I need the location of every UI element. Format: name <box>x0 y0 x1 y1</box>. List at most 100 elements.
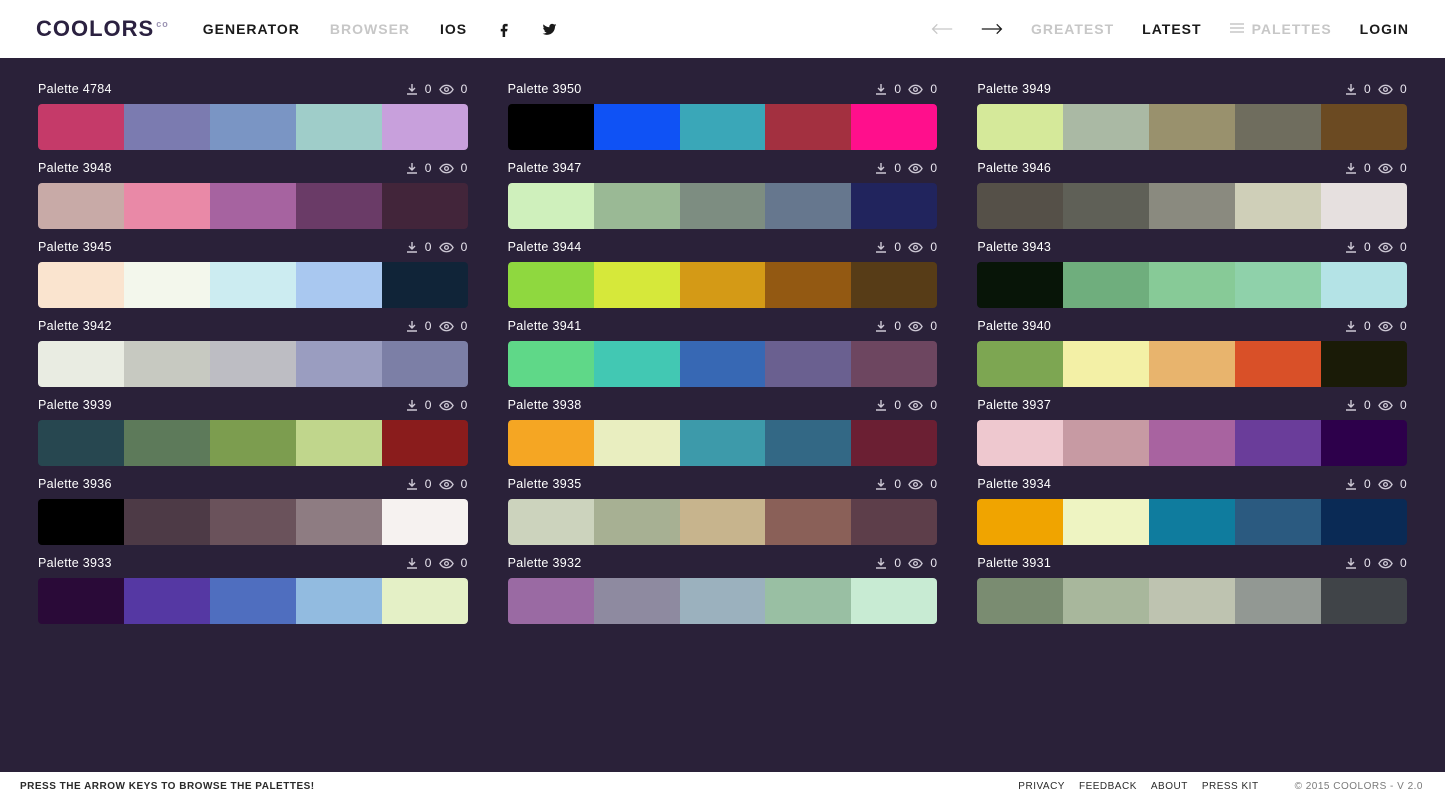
prev-arrow-icon[interactable] <box>931 22 953 36</box>
download-icon[interactable] <box>1345 399 1357 411</box>
color-swatch[interactable] <box>977 499 1063 545</box>
color-swatch[interactable] <box>1321 341 1407 387</box>
color-swatch[interactable] <box>296 341 382 387</box>
color-swatch[interactable] <box>1321 262 1407 308</box>
palette-card[interactable]: Palette 394500 <box>38 240 468 308</box>
color-swatch[interactable] <box>382 420 468 466</box>
palette-swatches[interactable] <box>977 499 1407 545</box>
color-swatch[interactable] <box>296 104 382 150</box>
color-swatch[interactable] <box>851 262 937 308</box>
color-swatch[interactable] <box>508 578 594 624</box>
color-swatch[interactable] <box>296 183 382 229</box>
palette-card[interactable]: Palette 393400 <box>977 477 1407 545</box>
facebook-icon[interactable] <box>497 22 512 37</box>
download-icon[interactable] <box>1345 557 1357 569</box>
palette-swatches[interactable] <box>508 499 938 545</box>
color-swatch[interactable] <box>1149 262 1235 308</box>
color-swatch[interactable] <box>977 420 1063 466</box>
color-swatch[interactable] <box>851 341 937 387</box>
download-icon[interactable] <box>875 162 887 174</box>
palette-swatches[interactable] <box>38 183 468 229</box>
color-swatch[interactable] <box>210 499 296 545</box>
twitter-icon[interactable] <box>542 22 557 37</box>
color-swatch[interactable] <box>296 578 382 624</box>
color-swatch[interactable] <box>210 578 296 624</box>
download-icon[interactable] <box>406 162 418 174</box>
color-swatch[interactable] <box>851 183 937 229</box>
palette-swatches[interactable] <box>977 578 1407 624</box>
download-icon[interactable] <box>406 557 418 569</box>
color-swatch[interactable] <box>38 420 124 466</box>
palette-swatches[interactable] <box>508 420 938 466</box>
color-swatch[interactable] <box>680 341 766 387</box>
download-icon[interactable] <box>406 399 418 411</box>
palette-card[interactable]: Palette 394900 <box>977 82 1407 150</box>
palette-swatches[interactable] <box>508 183 938 229</box>
download-icon[interactable] <box>875 557 887 569</box>
color-swatch[interactable] <box>765 341 851 387</box>
color-swatch[interactable] <box>124 578 210 624</box>
download-icon[interactable] <box>1345 320 1357 332</box>
download-icon[interactable] <box>1345 162 1357 174</box>
palette-card[interactable]: Palette 393600 <box>38 477 468 545</box>
color-swatch[interactable] <box>765 262 851 308</box>
color-swatch[interactable] <box>508 262 594 308</box>
color-swatch[interactable] <box>680 183 766 229</box>
palette-swatches[interactable] <box>38 341 468 387</box>
color-swatch[interactable] <box>210 341 296 387</box>
color-swatch[interactable] <box>382 262 468 308</box>
palette-swatches[interactable] <box>508 262 938 308</box>
palette-card[interactable]: Palette 393300 <box>38 556 468 624</box>
color-swatch[interactable] <box>210 104 296 150</box>
color-swatch[interactable] <box>38 262 124 308</box>
color-swatch[interactable] <box>1235 341 1321 387</box>
color-swatch[interactable] <box>977 341 1063 387</box>
palette-card[interactable]: Palette 395000 <box>508 82 938 150</box>
color-swatch[interactable] <box>1235 578 1321 624</box>
color-swatch[interactable] <box>851 104 937 150</box>
color-swatch[interactable] <box>594 420 680 466</box>
filter-palettes[interactable]: PALETTES <box>1230 21 1332 37</box>
nav-browser[interactable]: BROWSER <box>330 21 410 37</box>
color-swatch[interactable] <box>38 499 124 545</box>
footer-feedback[interactable]: FEEDBACK <box>1079 781 1137 792</box>
color-swatch[interactable] <box>594 578 680 624</box>
color-swatch[interactable] <box>124 104 210 150</box>
color-swatch[interactable] <box>508 420 594 466</box>
footer-about[interactable]: ABOUT <box>1151 781 1188 792</box>
color-swatch[interactable] <box>1235 499 1321 545</box>
color-swatch[interactable] <box>38 578 124 624</box>
download-icon[interactable] <box>1345 241 1357 253</box>
palette-card[interactable]: Palette 478400 <box>38 82 468 150</box>
color-swatch[interactable] <box>38 104 124 150</box>
color-swatch[interactable] <box>1235 420 1321 466</box>
color-swatch[interactable] <box>382 341 468 387</box>
download-icon[interactable] <box>1345 83 1357 95</box>
palette-swatches[interactable] <box>38 262 468 308</box>
color-swatch[interactable] <box>508 104 594 150</box>
download-icon[interactable] <box>406 83 418 95</box>
color-swatch[interactable] <box>382 104 468 150</box>
color-swatch[interactable] <box>1063 262 1149 308</box>
sort-latest[interactable]: LATEST <box>1142 21 1201 37</box>
color-swatch[interactable] <box>124 341 210 387</box>
color-swatch[interactable] <box>680 499 766 545</box>
color-swatch[interactable] <box>38 341 124 387</box>
color-swatch[interactable] <box>680 578 766 624</box>
color-swatch[interactable] <box>296 499 382 545</box>
logo[interactable]: COOLORS co <box>36 16 169 42</box>
palette-card[interactable]: Palette 393200 <box>508 556 938 624</box>
color-swatch[interactable] <box>1149 341 1235 387</box>
color-swatch[interactable] <box>296 420 382 466</box>
color-swatch[interactable] <box>210 183 296 229</box>
color-swatch[interactable] <box>124 183 210 229</box>
color-swatch[interactable] <box>1149 499 1235 545</box>
color-swatch[interactable] <box>382 499 468 545</box>
download-icon[interactable] <box>875 399 887 411</box>
download-icon[interactable] <box>875 478 887 490</box>
color-swatch[interactable] <box>124 420 210 466</box>
color-swatch[interactable] <box>594 262 680 308</box>
sort-greatest[interactable]: GREATEST <box>1031 21 1114 37</box>
color-swatch[interactable] <box>977 262 1063 308</box>
color-swatch[interactable] <box>765 183 851 229</box>
